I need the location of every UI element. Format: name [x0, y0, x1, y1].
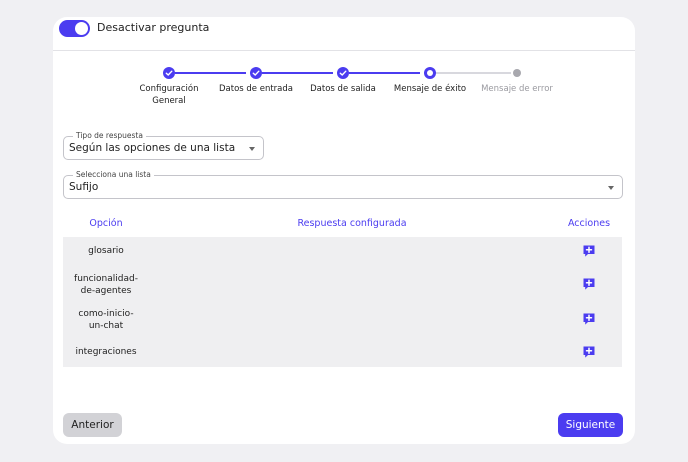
- step-4-current-icon[interactable]: [424, 67, 436, 79]
- add-comment-icon[interactable]: [582, 277, 596, 291]
- step-2-check-icon[interactable]: [250, 67, 262, 79]
- step-label: Mensaje de éxito: [393, 84, 467, 94]
- add-comment-icon[interactable]: [582, 312, 596, 326]
- question-card: Desactivar pregunta Configuración Genera…: [53, 17, 635, 444]
- step-1-check-icon[interactable]: [163, 67, 175, 79]
- card-header: Desactivar pregunta: [53, 17, 635, 51]
- next-button[interactable]: Siguiente: [558, 413, 623, 437]
- step-5-pending-icon[interactable]: [513, 69, 521, 77]
- step-label: Configuración General: [139, 84, 199, 106]
- step-connector: [175, 72, 246, 74]
- options-table: glosario funcionalidad- de-agentes como-…: [63, 237, 622, 367]
- add-comment-icon[interactable]: [582, 345, 596, 359]
- option-cell: glosario: [88, 246, 124, 256]
- list-select-value: Sufijo: [69, 181, 99, 193]
- response-type-select[interactable]: Tipo de respuesta Según las opciones de …: [63, 131, 264, 160]
- step-3-check-icon[interactable]: [337, 67, 349, 79]
- option-cell: funcionalidad- de-agentes: [74, 274, 138, 296]
- previous-button[interactable]: Anterior: [63, 413, 122, 437]
- deactivate-question-toggle[interactable]: [59, 20, 90, 37]
- toggle-knob: [75, 22, 88, 35]
- step-label: Datos de entrada: [218, 84, 294, 94]
- option-cell: integraciones: [75, 347, 137, 357]
- toggle-label: Desactivar pregunta: [97, 21, 210, 34]
- column-header-response: Respuesta configurada: [297, 218, 407, 229]
- column-header-option: Opción: [89, 218, 123, 229]
- chevron-down-icon: [608, 186, 614, 190]
- list-select[interactable]: Selecciona una lista Sufijo: [63, 170, 623, 199]
- step-connector: [262, 72, 333, 74]
- step-label: Datos de salida: [310, 84, 376, 94]
- response-type-value: Según las opciones de una lista: [69, 142, 236, 154]
- option-cell: como-inicio- un-chat: [78, 309, 134, 331]
- column-header-actions: Acciones: [567, 218, 611, 229]
- step-connector: [436, 72, 511, 74]
- response-type-legend: Tipo de respuesta: [73, 131, 146, 140]
- list-select-legend: Selecciona una lista: [73, 170, 154, 179]
- step-label: Mensaje de error: [481, 84, 553, 94]
- chevron-down-icon: [249, 147, 255, 151]
- add-comment-icon[interactable]: [582, 244, 596, 258]
- stepper: Configuración General Datos de entrada D…: [53, 66, 635, 106]
- step-connector: [349, 72, 420, 74]
